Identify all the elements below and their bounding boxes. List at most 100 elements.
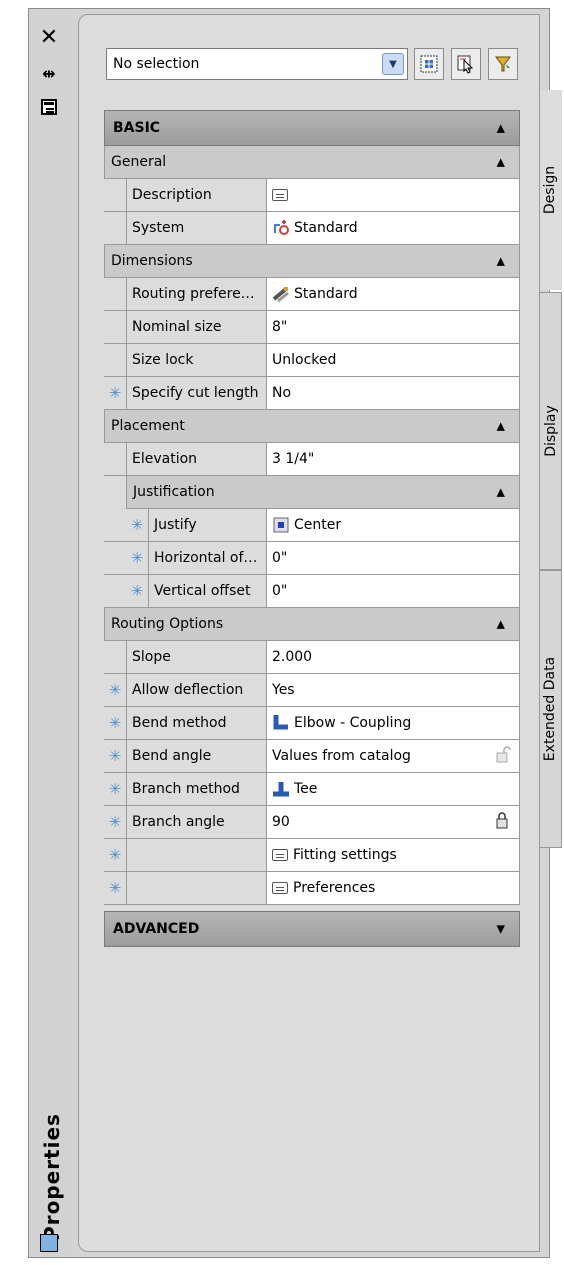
quick-select-button[interactable]	[414, 48, 444, 80]
property-value[interactable]: No	[266, 377, 520, 409]
property-grid: BASIC ▲ General ▲ Description System Sta…	[104, 110, 520, 947]
property-name: Elevation	[126, 443, 266, 475]
property-value[interactable]: 2.000	[266, 641, 520, 673]
property-value[interactable]: Standard	[266, 278, 520, 310]
basic-label: BASIC	[113, 120, 161, 136]
value-text: Elbow - Coupling	[294, 715, 412, 731]
palette-title-strip: ✕ ⇹ Properties	[30, 10, 72, 1256]
tab-extended-data[interactable]: Extended Data	[540, 570, 562, 848]
property-row-branch-method[interactable]: ✳ Branch method Tee	[104, 773, 520, 806]
properties-menu-icon[interactable]	[38, 96, 60, 118]
property-row-system[interactable]: System Standard	[104, 212, 520, 245]
collapse-icon[interactable]: ▲	[497, 420, 505, 433]
pickadd-icon	[457, 55, 474, 74]
asterisk-icon: ✳	[108, 681, 122, 699]
collapse-icon[interactable]: ▲	[497, 618, 505, 631]
asterisk-icon: ✳	[130, 582, 144, 600]
row-gutter	[104, 179, 126, 211]
auto-hide-icon[interactable]: ⇹	[38, 62, 60, 84]
value-text: Tee	[294, 781, 318, 797]
value-text: 8"	[272, 319, 288, 335]
tab-display[interactable]: Display	[540, 292, 562, 570]
basic-header[interactable]: BASIC ▲	[104, 110, 520, 146]
property-row-routing-preference[interactable]: Routing prefere… Standard	[104, 278, 520, 311]
property-row-preferences[interactable]: ✳ Preferences	[104, 872, 520, 905]
row-gutter	[104, 344, 126, 376]
tee-icon	[273, 782, 289, 797]
value-text: Center	[294, 517, 342, 533]
property-row-size-lock[interactable]: Size lock Unlocked	[104, 344, 520, 377]
property-row-branch-angle[interactable]: ✳ Branch angle 90	[104, 806, 520, 839]
property-row-nominal-size[interactable]: Nominal size 8"	[104, 311, 520, 344]
collapse-icon[interactable]: ▲	[497, 255, 505, 268]
property-name: Specify cut length	[126, 377, 266, 409]
property-value[interactable]: 8"	[266, 311, 520, 343]
selection-dropdown[interactable]: No selection ▼	[106, 48, 408, 80]
chevron-down-icon[interactable]: ▼	[382, 53, 404, 75]
palette-title: Properties	[40, 1113, 65, 1241]
lock-icon[interactable]	[495, 812, 511, 830]
category-general[interactable]: General ▲	[104, 146, 520, 179]
collapse-icon[interactable]: ▲	[497, 486, 505, 499]
select-objects-button[interactable]	[488, 48, 518, 80]
tab-design[interactable]: Design	[540, 90, 562, 290]
category-label: General	[111, 154, 167, 170]
value-text: 3 1/4"	[272, 451, 315, 467]
value-text: Yes	[272, 682, 295, 698]
property-value[interactable]: Values from catalog	[266, 740, 520, 772]
category-justification[interactable]: Justification ▲	[126, 476, 520, 509]
property-row-vertical-offset[interactable]: ✳ Vertical offset 0"	[104, 575, 520, 608]
property-row-description[interactable]: Description	[104, 179, 520, 212]
property-value[interactable]: 3 1/4"	[266, 443, 520, 475]
property-value[interactable]: Unlocked	[266, 344, 520, 376]
row-gutter	[104, 542, 126, 574]
category-label: Placement	[111, 418, 185, 434]
property-row-allow-deflection[interactable]: ✳ Allow deflection Yes	[104, 674, 520, 707]
property-value[interactable]: Preferences	[266, 872, 520, 904]
property-name: Bend method	[126, 707, 266, 739]
property-value[interactable]	[266, 179, 520, 211]
property-row-elevation[interactable]: Elevation 3 1/4"	[104, 443, 520, 476]
property-value[interactable]: 90	[266, 806, 520, 838]
category-routing-options[interactable]: Routing Options ▲	[104, 608, 520, 641]
close-icon[interactable]: ✕	[38, 25, 60, 50]
property-value[interactable]: Tee	[266, 773, 520, 805]
asterisk-icon: ✳	[108, 384, 122, 402]
property-value[interactable]: Fitting settings	[266, 839, 520, 871]
advanced-header[interactable]: ADVANCED ▼	[104, 911, 520, 947]
property-row-fitting-settings[interactable]: ✳ Fitting settings	[104, 839, 520, 872]
edit-dialog-icon[interactable]	[272, 882, 288, 894]
property-row-justify[interactable]: ✳ Justify Center	[104, 509, 520, 542]
edit-dialog-icon[interactable]	[272, 189, 288, 201]
selection-value: No selection	[113, 56, 200, 72]
collapse-icon[interactable]: ▲	[497, 156, 505, 169]
property-value[interactable]: Yes	[266, 674, 520, 706]
property-value[interactable]: 0"	[266, 575, 520, 607]
category-label: Justification	[133, 484, 215, 500]
row-gutter	[104, 575, 126, 607]
collapse-icon[interactable]: ▲	[497, 122, 505, 135]
property-row-slope[interactable]: Slope 2.000	[104, 641, 520, 674]
property-value[interactable]: Center	[266, 509, 520, 541]
palette-icon	[40, 1234, 58, 1252]
property-row-bend-method[interactable]: ✳ Bend method Elbow - Coupling	[104, 707, 520, 740]
pickadd-button[interactable]	[451, 48, 481, 80]
edit-dialog-icon[interactable]	[272, 849, 288, 861]
unlock-icon[interactable]	[495, 746, 511, 764]
property-value[interactable]: Standard	[266, 212, 520, 244]
asterisk-icon: ✳	[108, 747, 122, 765]
quick-select-icon	[420, 55, 438, 73]
justify-center-icon	[273, 517, 289, 533]
asterisk-icon: ✳	[108, 714, 122, 732]
property-name: Routing prefere…	[126, 278, 266, 310]
category-dimensions[interactable]: Dimensions ▲	[104, 245, 520, 278]
property-row-bend-angle[interactable]: ✳ Bend angle Values from catalog	[104, 740, 520, 773]
value-text: 2.000	[272, 649, 313, 665]
asterisk-icon: ✳	[108, 846, 122, 864]
category-placement[interactable]: Placement ▲	[104, 410, 520, 443]
property-value[interactable]: 0"	[266, 542, 520, 574]
property-row-horizontal-offset[interactable]: ✳ Horizontal of… 0"	[104, 542, 520, 575]
property-value[interactable]: Elbow - Coupling	[266, 707, 520, 739]
property-row-specify-cut-length[interactable]: ✳ Specify cut length No	[104, 377, 520, 410]
expand-icon[interactable]: ▼	[497, 923, 505, 936]
